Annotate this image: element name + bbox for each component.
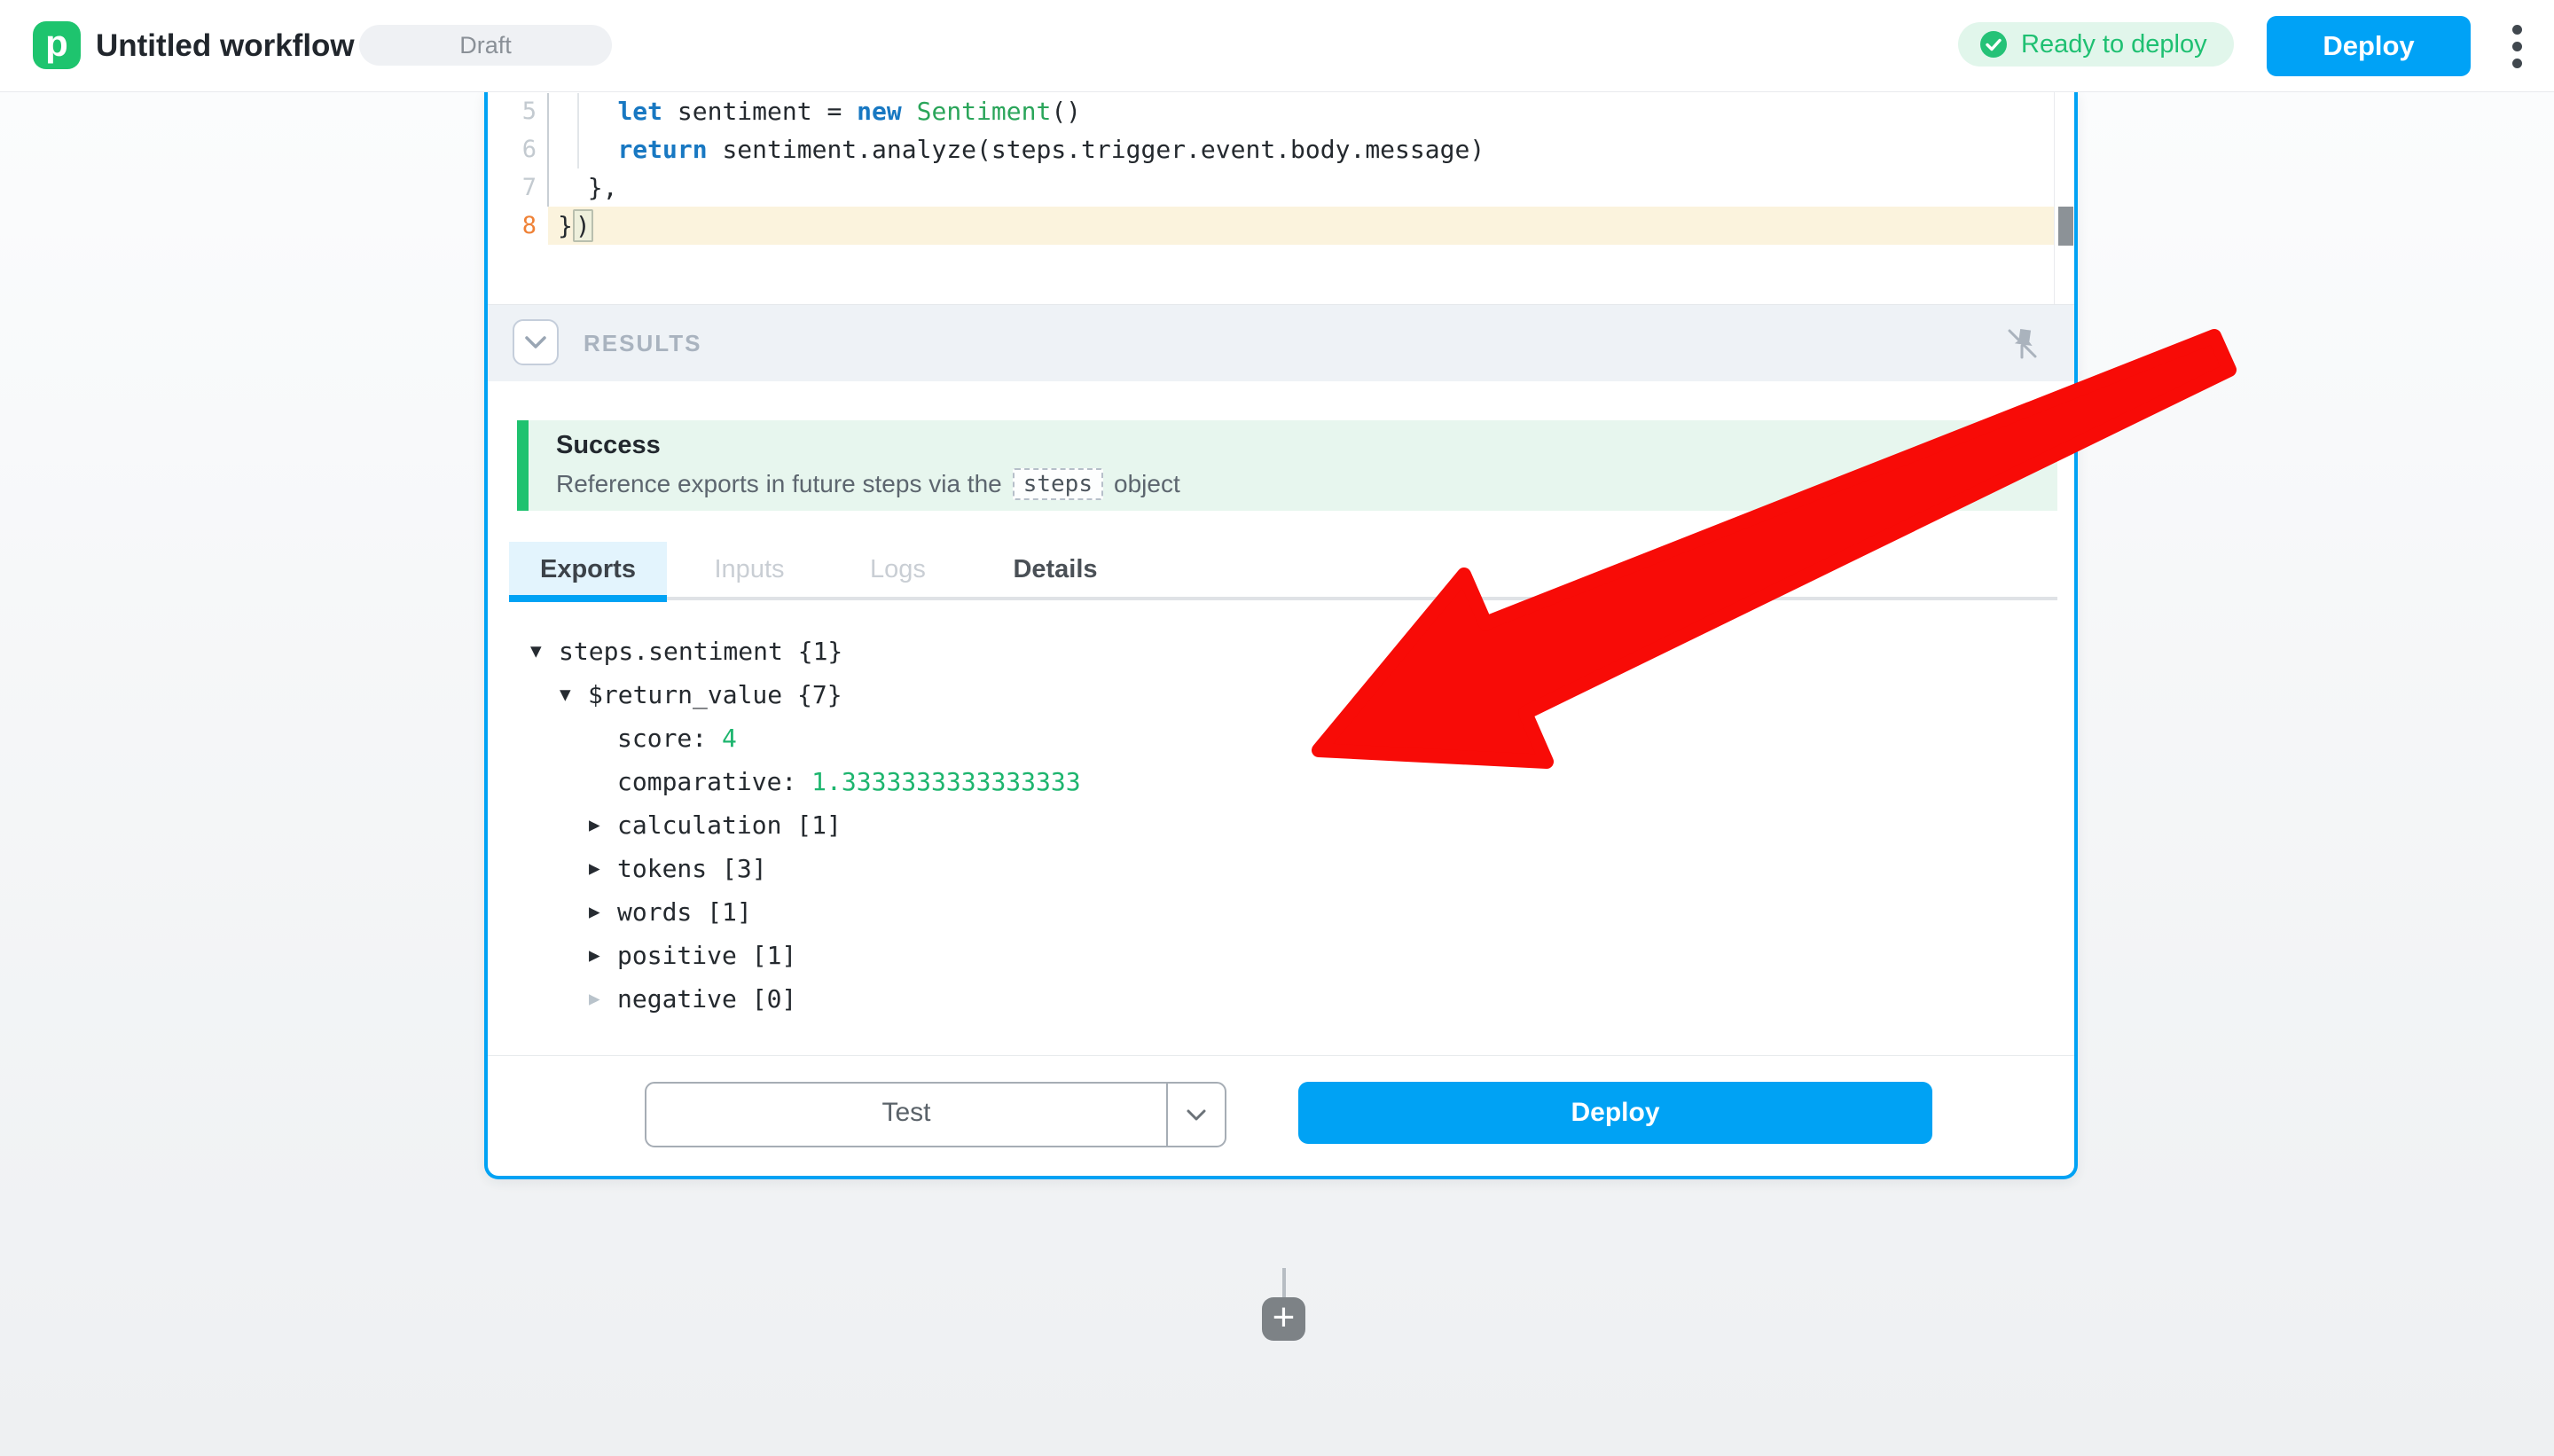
code-text: }) (558, 207, 591, 245)
code-text: return sentiment.analyze(steps.trigger.e… (558, 130, 1485, 168)
tab-inputs[interactable]: Inputs (692, 542, 807, 597)
tree-key: calculation [1] (617, 803, 842, 847)
chevron-down-icon (1187, 1109, 1206, 1121)
tree-row[interactable]: ▼steps.sentiment {1} (488, 630, 2074, 673)
top-navbar: p Untitled workflow Draft Ready to deplo… (0, 0, 2554, 92)
results-tabs: Exports Inputs Logs Details (488, 542, 2074, 604)
tree-key: tokens [3] (617, 847, 767, 890)
tree-row[interactable]: ▶calculation [1] (488, 803, 2074, 847)
code-line[interactable]: 8}) (488, 207, 2074, 245)
tab-logs[interactable]: Logs (842, 542, 953, 597)
code-text: let sentiment = new Sentiment() (558, 92, 1081, 130)
app-root: p Untitled workflow Draft Ready to deplo… (0, 0, 2554, 1456)
steps-object-chip: steps (1013, 468, 1103, 500)
code-editor[interactable]: 5 let sentiment = new Sentiment()6 retur… (488, 91, 2074, 304)
tree-row: score: 4 (488, 716, 2074, 760)
pin-slash-icon[interactable] (2003, 325, 2041, 362)
line-number: 6 (488, 130, 537, 168)
chevron-down-icon (525, 336, 546, 348)
line-number: 8 (488, 207, 537, 245)
success-desc-prefix: Reference exports in future steps via th… (556, 470, 1002, 498)
tree-row[interactable]: ▶negative [0] (488, 977, 2074, 1021)
tree-collapse-icon[interactable]: ▼ (560, 673, 588, 716)
tree-key: score: (617, 716, 707, 760)
workflow-title[interactable]: Untitled workflow (96, 0, 355, 91)
test-button[interactable]: Test (645, 1082, 1226, 1147)
code-line[interactable]: 7 }, (488, 168, 2074, 207)
success-banner-accent (517, 420, 529, 511)
tree-row[interactable]: ▶positive [1] (488, 934, 2074, 977)
results-header-bar: RESULTS (488, 305, 2074, 381)
draft-status-badge: Draft (359, 25, 612, 66)
tree-row: comparative: 1.3333333333333333 (488, 760, 2074, 803)
pipedream-logo-icon[interactable]: p (33, 21, 81, 69)
success-desc-suffix: object (1114, 470, 1180, 498)
editor-scrollbar-thumb[interactable] (2058, 207, 2073, 246)
workflow-canvas: 5 let sentiment = new Sentiment()6 retur… (0, 91, 2554, 1456)
tree-row[interactable]: ▶words [1] (488, 890, 2074, 934)
active-tab-underline (509, 595, 667, 602)
deploy-step-button[interactable]: Deploy (1298, 1082, 1932, 1144)
test-options-button[interactable] (1166, 1084, 1225, 1146)
kebab-menu-icon[interactable] (2499, 15, 2534, 77)
tree-key: negative [0] (617, 977, 796, 1021)
tree-key: positive [1] (617, 934, 796, 977)
tree-collapse-icon[interactable]: ▼ (530, 630, 559, 673)
check-circle-icon (1979, 30, 2008, 59)
tree-row[interactable]: ▼$return_value {7} (488, 673, 2074, 716)
tree-key: $return_value {7} (588, 673, 842, 716)
editor-scrollbar-track (2054, 91, 2055, 304)
tree-value: 4 (707, 716, 737, 760)
tree-key: steps.sentiment {1} (559, 630, 842, 673)
tab-exports[interactable]: Exports (509, 542, 667, 597)
footer-divider (488, 1055, 2074, 1056)
code-line[interactable]: 6 return sentiment.analyze(steps.trigger… (488, 130, 2074, 168)
deploy-button[interactable]: Deploy (2267, 16, 2471, 76)
tab-track-line (509, 597, 2057, 600)
tree-key: words [1] (617, 890, 752, 934)
code-step-panel: 5 let sentiment = new Sentiment()6 retur… (484, 91, 2078, 1179)
tree-expand-icon[interactable]: ▶ (589, 890, 617, 934)
tree-spacer (589, 760, 617, 803)
tree-expand-icon[interactable]: ▶ (589, 847, 617, 890)
tree-row[interactable]: ▶tokens [3] (488, 847, 2074, 890)
tree-expand-icon[interactable]: ▶ (589, 934, 617, 977)
tree-expand-icon[interactable]: ▶ (589, 803, 617, 847)
success-title: Success (556, 431, 661, 460)
add-step-button[interactable]: + (1262, 1297, 1305, 1341)
active-line-highlight (548, 207, 2055, 245)
success-banner: Success Reference exports in future step… (517, 420, 2057, 511)
results-label: RESULTS (584, 305, 701, 381)
exports-tree: ▼steps.sentiment {1}▼$return_value {7}sc… (488, 630, 2074, 1021)
code-text: }, (558, 168, 617, 207)
tree-spacer (589, 716, 617, 760)
tree-expand-icon[interactable]: ▶ (589, 977, 617, 1021)
ready-to-deploy-badge: Ready to deploy (1958, 22, 2234, 67)
line-number: 5 (488, 92, 537, 130)
test-button-label: Test (646, 1084, 1166, 1146)
tab-details[interactable]: Details (993, 542, 1117, 597)
tree-key: comparative: (617, 760, 796, 803)
success-description: Reference exports in future steps via th… (556, 468, 1180, 500)
collapse-results-button[interactable] (513, 319, 559, 365)
line-number: 7 (488, 168, 537, 207)
tree-value: 1.3333333333333333 (796, 760, 1080, 803)
code-line[interactable]: 5 let sentiment = new Sentiment() (488, 92, 2074, 130)
ready-to-deploy-label: Ready to deploy (2021, 30, 2207, 59)
